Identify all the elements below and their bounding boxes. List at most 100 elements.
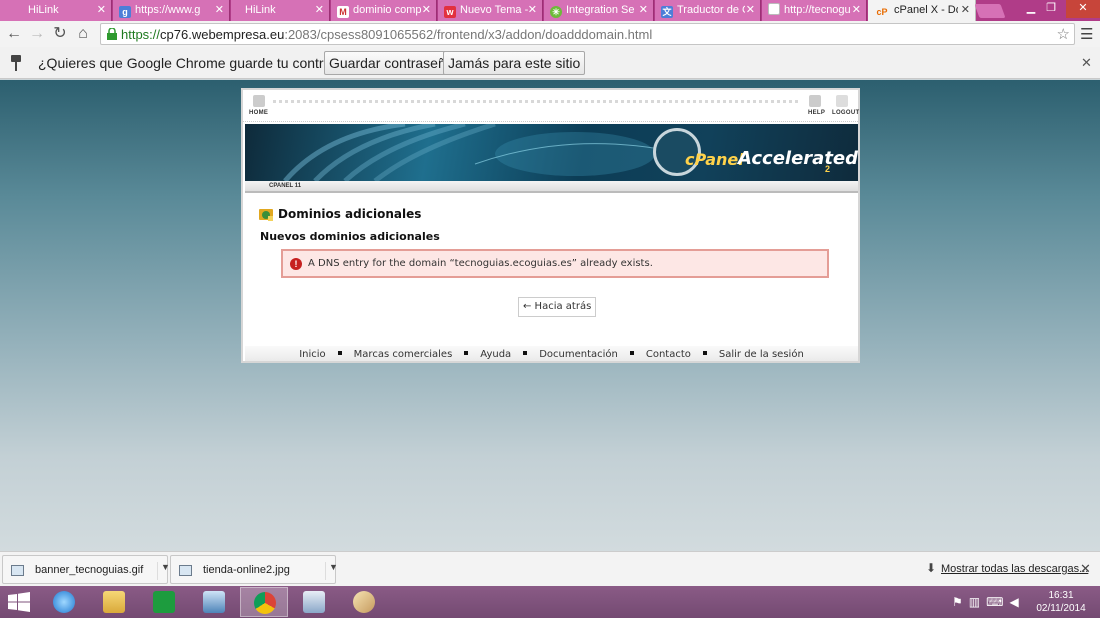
show-all-downloads-link[interactable]: Mostrar todas las descargas...	[941, 563, 1088, 575]
keyboard-icon[interactable]: ⌨	[986, 595, 1009, 609]
download-filename: tienda-online2.jpg	[203, 564, 290, 576]
taskbar-paint[interactable]	[340, 587, 388, 617]
gmail-icon: M	[337, 6, 349, 18]
address-bar[interactable]: https://cp76.webempresa.eu:2083/cpsess80…	[100, 23, 1075, 45]
footer-link-marcas[interactable]: Marcas comerciales	[354, 349, 453, 360]
tab-gmail[interactable]: Mdominio comp ✕	[331, 0, 437, 21]
flag-icon[interactable]: ⚑	[952, 595, 969, 609]
taskbar-notepad[interactable]	[290, 587, 338, 617]
chevron-down-icon[interactable]: ▼	[325, 562, 338, 580]
network-icon[interactable]: ▥	[969, 595, 986, 609]
close-icon[interactable]: ✕	[97, 0, 106, 21]
tab-label: HiLink	[245, 4, 276, 16]
close-icon[interactable]: ✕	[961, 0, 970, 21]
minimize-icon[interactable]: ▁	[1020, 0, 1042, 18]
cpanel-version: 2	[825, 164, 831, 174]
nav-home[interactable]: HOME	[249, 110, 268, 116]
forward-arrow-icon[interactable]: →	[27, 24, 47, 44]
reload-icon[interactable]: ↻	[50, 24, 70, 44]
page-title-text: Dominios adicionales	[278, 207, 422, 221]
nav-help[interactable]: HELP	[808, 110, 825, 116]
help-icon[interactable]	[809, 95, 821, 107]
close-icon[interactable]: ✕	[315, 0, 324, 21]
browser-toolbar: ← → ↻ ⌂ https://cp76.webempresa.eu:2083/…	[0, 21, 1100, 47]
download-arrow-icon: ⬇	[926, 561, 937, 575]
home-icon[interactable]	[253, 95, 265, 107]
close-icon[interactable]: ✕	[746, 0, 755, 21]
back-button[interactable]: ← Hacia atrás	[518, 297, 597, 317]
download-filename: banner_tecnoguias.gif	[35, 564, 144, 576]
shelf-close-icon[interactable]: ✕	[1080, 561, 1091, 577]
cpanel-banner: cPanel Accelerated 2	[245, 124, 858, 181]
restore-icon[interactable]: ❐	[1040, 0, 1062, 18]
chrome-menu-icon[interactable]: ☰	[1080, 25, 1093, 43]
cpanel-tagline: Accelerated	[738, 148, 858, 169]
footer-link-contacto[interactable]: Contacto	[646, 349, 691, 360]
bookmark-star-icon[interactable]: ☆	[1057, 25, 1070, 43]
taskbar-ie[interactable]	[40, 587, 88, 617]
close-icon[interactable]: ✕	[639, 0, 648, 21]
url-path: :2083/cpsess8091065562/frontend/x3/addon…	[284, 27, 653, 42]
separator	[629, 351, 634, 355]
tab-integration[interactable]: ✳ Integration Ser ✕	[544, 0, 654, 21]
download-item[interactable]: tienda-online2.jpg ▼	[170, 555, 338, 584]
tab-google[interactable]: g https://www.g ✕	[113, 0, 230, 21]
logout-icon[interactable]	[836, 95, 848, 107]
cpanel-top-nav: HOME HELP LOGOUT	[243, 90, 859, 122]
infobar-close-icon[interactable]: ✕	[1081, 55, 1092, 71]
translate-icon: 文	[661, 6, 673, 18]
page-title: Dominios adicionales	[259, 207, 422, 221]
lock-icon	[107, 28, 117, 40]
url-host: cp76.webempresa.eu	[160, 27, 285, 42]
footer-link-ayuda[interactable]: Ayuda	[480, 349, 511, 360]
separator	[702, 351, 707, 355]
download-item[interactable]: banner_tecnoguias.gif ▼	[2, 555, 170, 584]
close-icon[interactable]: ✕	[852, 0, 861, 21]
home-icon[interactable]: ⌂	[73, 24, 93, 44]
section-subtitle: Nuevos dominios adicionales	[260, 230, 440, 243]
taskbar-explorer[interactable]	[90, 587, 138, 617]
taskbar-store[interactable]	[140, 587, 188, 617]
never-save-button[interactable]: Jamás para este sitio	[443, 51, 586, 75]
control-panel-icon	[203, 591, 225, 613]
breadcrumb-label[interactable]: CPANEL 11	[269, 183, 301, 189]
chevron-down-icon[interactable]: ▼	[157, 562, 170, 580]
error-alert: ! A DNS entry for the domain “tecnoguias…	[281, 249, 829, 278]
close-icon[interactable]: ✕	[528, 0, 537, 21]
store-icon	[153, 591, 175, 613]
cpanel-icon: cP	[874, 6, 890, 18]
file-explorer-icon	[103, 591, 125, 613]
tab-tecnoguias[interactable]: http://tecnogu ✕	[762, 0, 867, 21]
addon-domain-icon	[259, 209, 273, 221]
tab-label: Traductor de G	[677, 4, 745, 16]
tab-translate[interactable]: 文 Traductor de G ✕	[655, 0, 761, 21]
clock-date: 02/11/2014	[1036, 603, 1086, 614]
tab-hilink-2[interactable]: HiLink ✕	[231, 0, 330, 21]
new-tab-button[interactable]	[974, 4, 1006, 18]
tab-cpanel[interactable]: cP cPanel X - Dom ✕	[868, 0, 976, 21]
back-arrow-icon[interactable]: ←	[4, 24, 24, 44]
volume-icon[interactable]: ◀	[1009, 595, 1024, 609]
separator	[523, 351, 528, 355]
clock[interactable]: 16:31 02/11/2014	[1030, 589, 1092, 615]
tab-strip: HiLink ✕ g https://www.g ✕ HiLink ✕ Mdomi…	[0, 0, 1100, 21]
page-icon	[768, 3, 780, 15]
divider	[273, 100, 798, 104]
image-file-icon	[11, 565, 24, 576]
separator	[464, 351, 469, 355]
taskbar-chrome[interactable]	[240, 587, 288, 617]
close-icon[interactable]: ✕	[215, 0, 224, 21]
footer-link-documentacion[interactable]: Documentación	[539, 349, 618, 360]
key-icon	[11, 55, 21, 71]
windows-start-icon[interactable]	[8, 592, 30, 612]
close-icon[interactable]: ✕	[422, 0, 431, 21]
tab-hilink-1[interactable]: HiLink ✕	[0, 0, 112, 21]
tab-nuevo-tema[interactable]: w Nuevo Tema - ✕	[438, 0, 543, 21]
breadcrumb: CPANEL 11	[245, 181, 858, 193]
footer-link-logout[interactable]: Salir de la sesión	[719, 349, 804, 360]
nav-logout[interactable]: LOGOUT	[832, 110, 859, 116]
save-password-button[interactable]: Guardar contraseña	[324, 51, 459, 75]
window-close-icon[interactable]: ✕	[1066, 0, 1100, 18]
taskbar-control-panel[interactable]	[190, 587, 238, 617]
footer-link-inicio[interactable]: Inicio	[299, 349, 325, 360]
